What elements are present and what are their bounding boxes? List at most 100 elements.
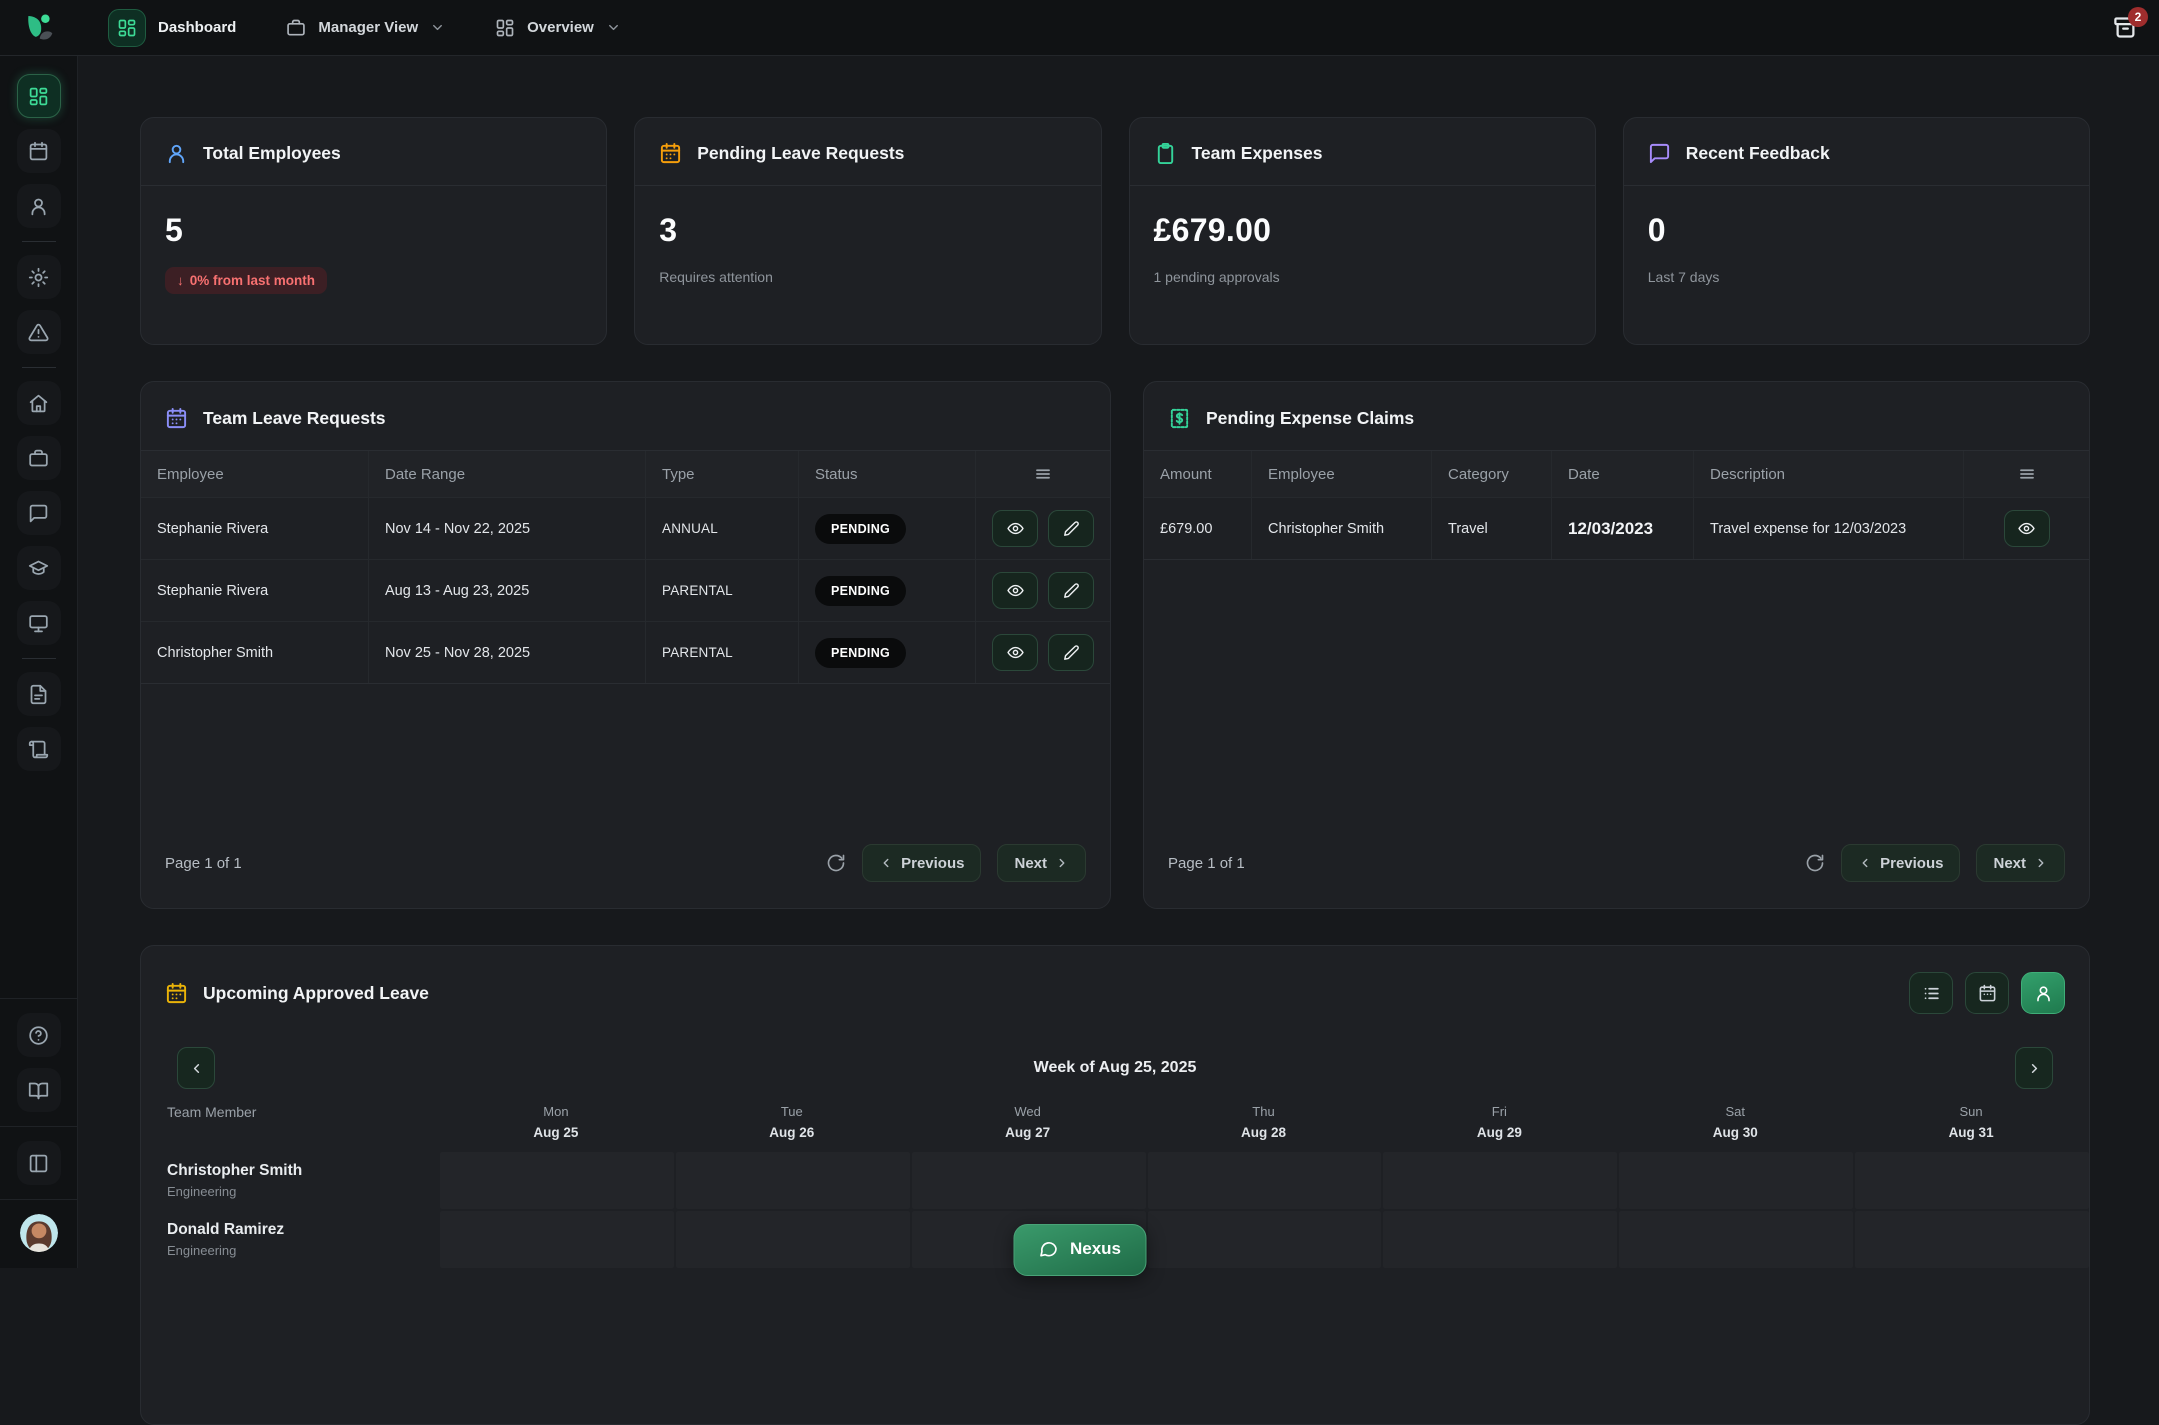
previous-page-button[interactable]: Previous [862,844,981,882]
nexus-label: Nexus [1070,1239,1121,1259]
stat-title: Total Employees [203,143,341,164]
schedule-cell [1855,1211,2089,1268]
calendar-view-icon [1978,984,1997,1003]
column-header: Employee [141,451,369,497]
status-badge: PENDING [815,576,906,606]
view-button[interactable] [992,634,1038,671]
sidebar-item-messages[interactable] [17,491,61,535]
sidebar-divider [22,367,56,368]
sidebar-item-help[interactable] [17,1013,61,1057]
nexus-button[interactable]: Nexus [1013,1224,1146,1276]
refresh-icon[interactable] [1805,853,1825,873]
chevron-down-icon [606,20,621,35]
edit-button[interactable] [1048,572,1094,609]
topbar-tabs: Dashboard Manager View Overview [108,9,621,47]
schedule-member-row: Christopher Smith Engineering [141,1152,2089,1209]
eye-icon [1007,520,1024,537]
people-view-button[interactable] [2021,972,2065,1014]
main-content: Total Employees 5 ↓0% from last month Pe… [78,56,2159,1268]
sidebar-item-policies[interactable] [17,727,61,771]
tab-overview[interactable]: Overview [495,18,621,38]
alert-triangle-icon [28,322,49,343]
sidebar-divider [0,1199,78,1200]
calendar-view-button[interactable] [1965,972,2009,1014]
sidebar-item-training[interactable] [17,546,61,590]
pagination-footer: Page 1 of 1 Previous Next [1144,844,2089,908]
tab-manager-view[interactable]: Manager View [286,18,445,38]
sidebar-item-alerts[interactable] [17,310,61,354]
day-column-header: Wed Aug 27 [910,1104,1146,1140]
leave-request-row: Christopher Smith Nov 25 - Nov 28, 2025 … [141,621,1110,683]
schedule-cell [912,1152,1146,1209]
eye-icon [2018,520,2035,537]
next-page-button[interactable]: Next [1976,844,2065,882]
book-open-icon [28,1080,49,1101]
schedule-cell [676,1211,910,1268]
sidebar-item-jobs[interactable] [17,436,61,480]
graduation-cap-icon [28,558,49,579]
app-logo[interactable] [0,11,78,45]
schedule-cell [440,1211,674,1268]
column-header: Type [646,451,799,497]
stat-card-total-employees: Total Employees 5 ↓0% from last month [140,117,607,345]
chevron-left-icon [189,1061,204,1076]
refresh-icon[interactable] [826,853,846,873]
sidebar-item-brightness[interactable] [17,255,61,299]
eye-icon [1007,582,1024,599]
calendar-icon [659,142,682,165]
list-view-button[interactable] [1909,972,1953,1014]
view-button[interactable] [992,572,1038,609]
stat-cards-row: Total Employees 5 ↓0% from last month Pe… [140,117,2090,345]
leave-request-row: Stephanie Rivera Nov 14 - Nov 22, 2025 A… [141,497,1110,559]
schedule-cell [1855,1152,2089,1209]
trend-arrow-icon: ↓ [177,273,184,288]
inbox-button[interactable]: 2 [2112,14,2139,41]
calendar-icon [165,982,188,1005]
user-avatar[interactable] [20,1214,58,1252]
amount-cell: £679.00 [1144,498,1252,559]
sidebar-item-docs[interactable] [17,1068,61,1112]
week-label: Week of Aug 25, 2025 [1034,1059,1197,1077]
file-text-icon [28,684,49,705]
overview-grid-icon [495,18,515,38]
section-title: Pending Expense Claims [1206,408,1414,429]
next-week-button[interactable] [2015,1047,2053,1089]
sidebar-item-people[interactable] [17,184,61,228]
status-badge: PENDING [815,638,906,668]
stat-card-team-expenses: Team Expenses £679.00 1 pending approval… [1129,117,1596,345]
tab-dashboard[interactable]: Dashboard [108,9,236,47]
page-indicator: Page 1 of 1 [1168,855,1245,872]
date-range-cell: Nov 25 - Nov 28, 2025 [369,622,646,683]
message-square-icon [28,503,49,524]
sidebar-item-collapse-panel[interactable] [17,1141,61,1185]
sidebar-item-documents[interactable] [17,672,61,716]
column-menu-icon[interactable] [1034,465,1052,483]
column-header: Category [1432,451,1552,497]
column-menu-icon[interactable] [2018,465,2036,483]
chat-bubble-icon [1648,142,1671,165]
column-header: Date [1552,451,1694,497]
sidebar-item-dashboard[interactable] [17,74,61,118]
sidebar-item-home[interactable] [17,381,61,425]
view-button[interactable] [2004,510,2050,547]
edit-button[interactable] [1048,634,1094,671]
view-button[interactable] [992,510,1038,547]
page-indicator: Page 1 of 1 [165,855,242,872]
employee-cell: Stephanie Rivera [141,560,369,621]
sidebar-item-workstations[interactable] [17,601,61,645]
chat-bubble-icon [1038,1239,1058,1259]
edit-button[interactable] [1048,510,1094,547]
employee-cell: Stephanie Rivera [141,498,369,559]
people-view-icon [2034,984,2053,1003]
calendar-icon [28,141,49,162]
previous-page-button[interactable]: Previous [1841,844,1960,882]
employee-cell: Christopher Smith [1252,498,1432,559]
next-page-button[interactable]: Next [997,844,1086,882]
sidebar-item-calendar[interactable] [17,129,61,173]
leave-type-cell: ANNUAL [646,498,799,559]
leave-requests-table: Employee Date Range Type Status Stephani… [141,450,1110,684]
section-title: Team Leave Requests [203,408,386,429]
tab-overview-label: Overview [527,19,594,36]
previous-week-button[interactable] [177,1047,215,1089]
member-column-header: Team Member [141,1104,438,1140]
